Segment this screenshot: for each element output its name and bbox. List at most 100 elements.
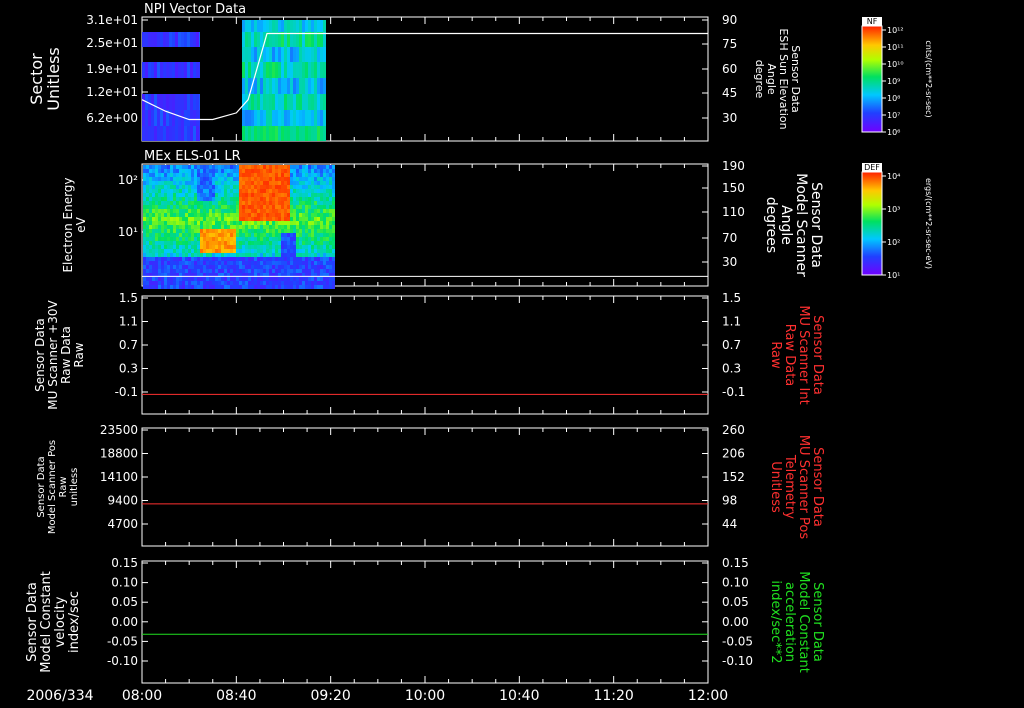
heat-cell [149,233,152,237]
heat-cell [299,253,302,257]
heat-cell [242,47,245,62]
heat-cell [242,217,245,221]
heat-cell [239,217,242,221]
heat-cell [305,193,308,197]
heat-cell [296,277,299,281]
heat-cell [152,225,155,229]
heat-cell [188,173,191,177]
heat-cell [155,285,158,289]
heat-cell [257,177,260,181]
right-axis-label: Sensor Data [808,182,824,268]
heat-cell [170,285,173,289]
heat-cell [239,277,242,281]
heat-cell [164,253,167,257]
heat-cell [302,47,305,62]
heat-cell [143,165,146,169]
heat-cell [284,229,287,233]
heat-cell [275,78,278,94]
heat-cell [227,213,230,217]
heat-cell [272,169,275,173]
heat-cell [305,269,308,273]
heat-cell [206,189,209,193]
heat-cell [260,241,263,245]
panel-title: MEx ELS-01 LR [144,149,241,164]
heat-cell [142,32,145,47]
heat-cell [323,173,326,177]
right-tick-label: 0.3 [722,362,741,376]
heat-cell [176,265,179,269]
heat-cell [308,181,311,185]
heat-cell [299,32,302,47]
heat-cell [308,221,311,225]
heat-cell [221,185,224,189]
heat-cell [263,285,266,289]
heat-cell [200,221,203,225]
heat-cell [290,253,293,257]
heat-cell [263,47,266,62]
heat-cell [284,225,287,229]
heat-cell [326,201,329,205]
right-axis-label: Telemetry [782,454,797,519]
heat-cell [332,225,335,229]
heat-cell [230,281,233,285]
heat-cell [236,237,239,241]
heat-cell [188,237,191,241]
heat-cell [311,47,314,62]
heat-cell [203,201,206,205]
heat-cell [311,169,314,173]
heat-cell [293,269,296,273]
heat-cell [182,277,185,281]
heat-cell [263,225,266,229]
heat-cell [332,221,335,225]
heat-cell [167,237,170,241]
right-axis-label: Model Constant [796,571,811,673]
left-axis-label: Raw Data [59,326,73,384]
heat-cell [161,237,164,241]
heat-cell [326,261,329,265]
left-axis-label: Sensor Data [33,318,47,392]
heat-cell [311,94,314,110]
heat-cell [209,169,212,173]
heat-cell [329,185,332,189]
heat-cell [320,126,323,141]
heat-cell [164,261,167,265]
panel-model_constant: 0.150.100.050.00-0.05-0.100.150.100.050.… [25,556,825,684]
heat-cell [257,245,260,249]
heat-cell [329,285,332,289]
heat-cell [230,169,233,173]
heat-cell [185,269,188,273]
heat-cell [230,205,233,209]
heat-cell [269,78,272,94]
heat-cell [212,249,215,253]
heat-cell [266,277,269,281]
heat-cell [209,165,212,169]
heat-cell [317,213,320,217]
heat-cell [320,47,323,62]
heat-cell [224,165,227,169]
heat-cell [269,285,272,289]
time-tick-label: 12:00 [688,688,728,704]
heat-cell [266,126,269,141]
heat-cell [254,173,257,177]
heat-cell [157,126,160,141]
heat-cell [290,201,293,205]
heat-cell [260,78,263,94]
heat-cell [245,193,248,197]
heat-cell [155,237,158,241]
heat-cell [260,237,263,241]
heat-cell [176,201,179,205]
heat-cell [281,110,284,126]
heat-cell [161,205,164,209]
heat-cell [185,209,188,213]
heat-cell [269,213,272,217]
heat-cell [188,225,191,229]
heat-cell [182,225,185,229]
heat-cell [218,181,221,185]
heat-cell [329,217,332,221]
heat-cell [320,20,323,32]
heat-cell [299,169,302,173]
heat-cell [191,253,194,257]
heat-cell [221,253,224,257]
heat-cell [206,205,209,209]
heat-cell [296,47,299,62]
